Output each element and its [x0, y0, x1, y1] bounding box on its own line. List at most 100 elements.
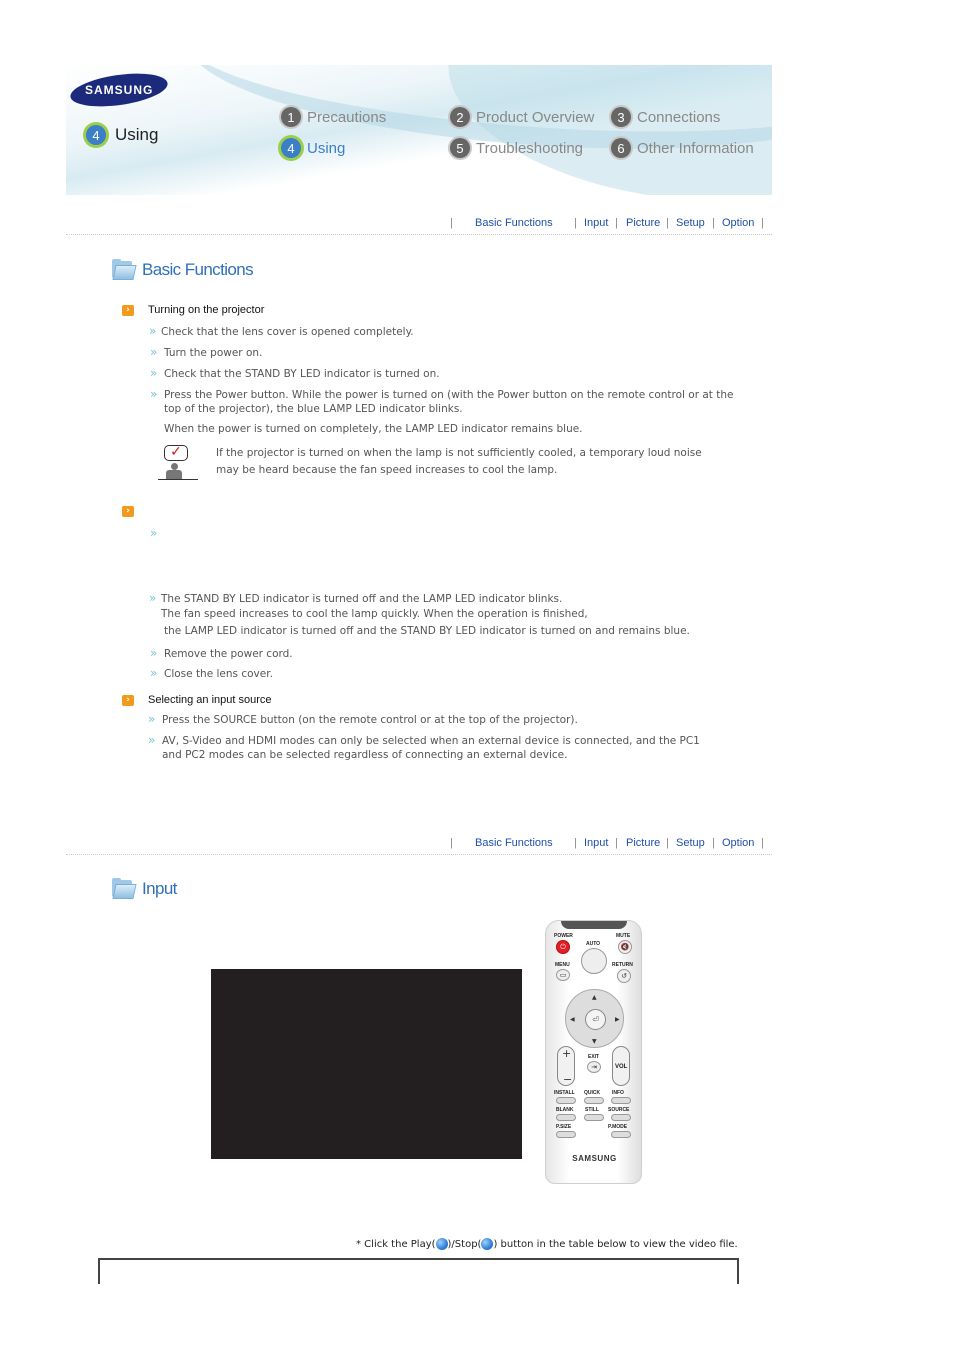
remote-control-image: POWER ⏻ AUTO MUTE 🔇 MENU ▭ RETURN ↺ ▲ ▼ … [545, 920, 642, 1184]
remote-label-exit: EXIT [588, 1054, 600, 1060]
separator: | [712, 217, 715, 229]
arrow-down-icon: ▼ [592, 1038, 597, 1045]
pmode-button-graphic [611, 1131, 631, 1138]
remote-label-auto: AUTO [586, 941, 601, 947]
install-button-graphic [556, 1097, 576, 1104]
subnav-link-picture[interactable]: Picture [626, 217, 660, 229]
volume-plus-minus-graphic: + − [557, 1046, 575, 1086]
step-text: Check that the lens cover is opened comp… [161, 326, 414, 338]
arrow-up-icon: ▲ [592, 994, 597, 1001]
nav-connections[interactable]: 3 Connections [611, 107, 720, 127]
remote-label-vol: VOL [615, 1064, 628, 1070]
subnav-link-input[interactable]: Input [584, 837, 608, 849]
remote-label-quick: QUICK [584, 1090, 601, 1096]
step-text: Remove the power cord. [164, 648, 293, 660]
step-text: AV, S-Video and HDMI modes can only be s… [162, 735, 700, 747]
remote-label-still: STILL [585, 1107, 599, 1113]
note-icon: ✓ [158, 445, 198, 481]
separator: | [666, 217, 669, 229]
subnav-top: | Basic Functions | Input | Picture | Se… [440, 217, 772, 233]
return-icon: ↺ [617, 969, 631, 983]
arrow-left-icon: ◀ [570, 1016, 575, 1023]
exit-icon: ⇥ [587, 1061, 601, 1073]
divider [66, 234, 772, 235]
nav-other-information[interactable]: 6 Other Information [611, 138, 754, 158]
orange-arrow-icon: › [122, 695, 134, 706]
nav-product-overview[interactable]: 2 Product Overview [450, 107, 594, 127]
separator: | [615, 837, 618, 849]
nav-label: Product Overview [476, 108, 595, 126]
chevron-icon: » [148, 712, 156, 726]
step-text: Turn the power on. [164, 347, 263, 359]
video-player[interactable] [211, 969, 522, 1159]
chevron-icon: » [150, 345, 158, 359]
number-4-icon: 4 [86, 125, 106, 145]
play-icon [435, 1238, 448, 1250]
subnav-bottom: | Basic Functions | Input | Picture | Se… [440, 837, 772, 853]
samsung-logo[interactable]: SAMSUNG [68, 68, 170, 112]
nav-label: Using [307, 139, 346, 157]
subnav-link-option[interactable]: Option [722, 837, 754, 849]
folder-icon [110, 878, 137, 900]
chevron-icon: » [150, 646, 158, 660]
subheading-turning-on: Turning on the projector [148, 304, 265, 316]
subnav-link-setup[interactable]: Setup [676, 837, 705, 849]
step-text: The fan speed increases to cool the lamp… [161, 608, 588, 620]
separator: | [574, 837, 577, 849]
subnav-link-setup[interactable]: Setup [676, 217, 705, 229]
remote-label-power: POWER [554, 933, 573, 939]
section-title: Basic Functions [142, 260, 254, 279]
number-3-icon: 3 [611, 107, 631, 127]
divider [66, 854, 772, 855]
orange-arrow-icon: › [122, 506, 134, 517]
chevron-icon: » [149, 591, 157, 605]
subnav-link-basic-functions[interactable]: Basic Functions [475, 217, 553, 229]
nav-label: Connections [637, 108, 721, 126]
blank-button-graphic [556, 1114, 576, 1121]
separator: | [574, 217, 577, 229]
footnote-text: ) button in the table below to view the … [493, 1238, 738, 1250]
separator: | [450, 837, 453, 849]
remote-label-info: INFO [612, 1090, 624, 1096]
separator: | [761, 217, 764, 229]
step-text: top of the projector), the blue LAMP LED… [164, 403, 463, 415]
number-1-icon: 1 [281, 107, 301, 127]
subnav-link-input[interactable]: Input [584, 217, 608, 229]
still-button-graphic [584, 1114, 604, 1121]
orange-arrow-icon: › [122, 305, 134, 316]
quick-button-graphic [584, 1097, 604, 1104]
step-text: Press the Power button. While the power … [164, 389, 734, 401]
power-icon: ⏻ [556, 940, 570, 954]
menu-icon: ▭ [556, 969, 570, 981]
subnav-link-basic-functions[interactable]: Basic Functions [475, 837, 553, 849]
remote-label-pmode: P.MODE [608, 1124, 628, 1130]
source-button-graphic [611, 1114, 631, 1121]
remote-label-mute: MUTE [616, 933, 631, 939]
step-text: The STAND BY LED indicator is turned off… [161, 593, 563, 605]
separator: | [712, 837, 715, 849]
nav-label: Troubleshooting [476, 139, 584, 157]
separator: | [450, 217, 453, 229]
dpad-graphic: ▲ ▼ ◀ ▶ ⏎ [565, 989, 624, 1048]
section-title: Input [142, 879, 177, 898]
video-table [98, 1258, 739, 1284]
mute-icon: 🔇 [618, 940, 632, 954]
nav-troubleshooting[interactable]: 5 Troubleshooting [450, 138, 583, 158]
remote-label-install: INSTALL [554, 1090, 575, 1096]
subnav-link-picture[interactable]: Picture [626, 837, 660, 849]
number-4-icon: 4 [281, 138, 301, 158]
nav-precautions[interactable]: 1 Precautions [281, 107, 386, 127]
folder-icon [110, 259, 137, 281]
remote-label-return: RETURN [612, 962, 633, 968]
current-section-label: Using [115, 125, 159, 144]
separator: | [615, 217, 618, 229]
step-text: the LAMP LED indicator is turned off and… [164, 625, 690, 637]
step-text: Check that the STAND BY LED indicator is… [164, 368, 440, 380]
remote-label-menu: MENU [555, 962, 570, 968]
section-input: Input [110, 878, 177, 900]
chevron-icon: » [150, 666, 158, 680]
nav-using[interactable]: 4 Using [281, 138, 345, 158]
logo-text: SAMSUNG [84, 83, 154, 97]
psize-button-graphic [556, 1131, 576, 1138]
subnav-link-option[interactable]: Option [722, 217, 754, 229]
